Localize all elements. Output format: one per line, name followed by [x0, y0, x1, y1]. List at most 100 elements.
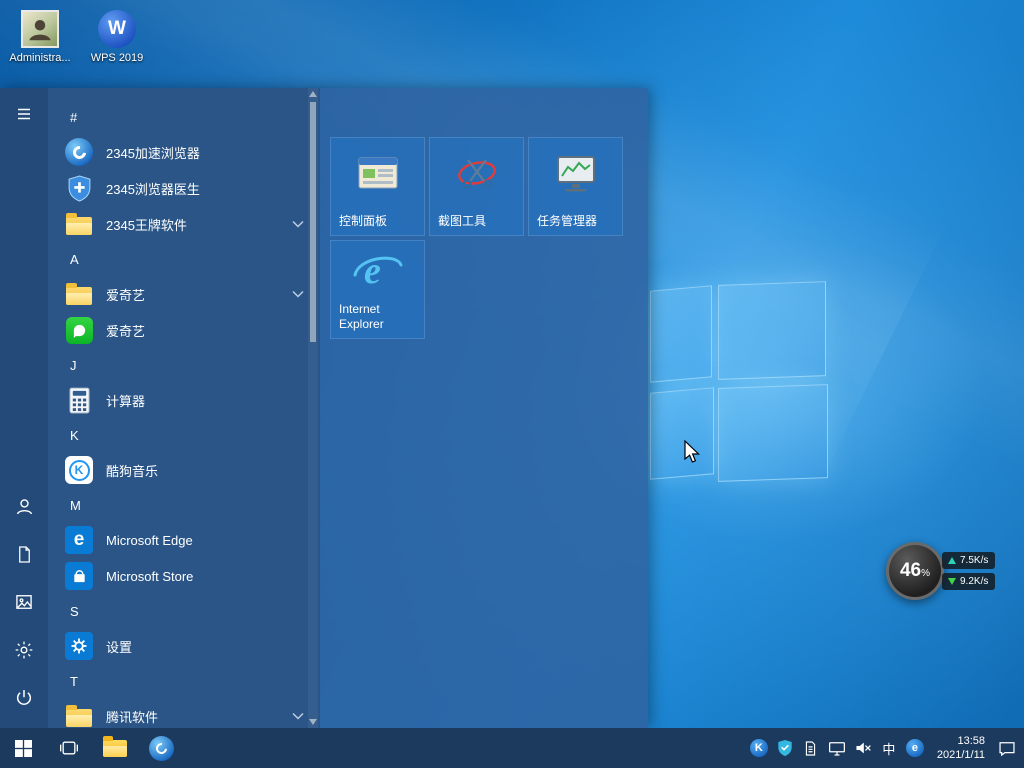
document-icon: [15, 545, 34, 564]
app-item-microsoft-edge[interactable]: e Microsoft Edge: [48, 522, 320, 558]
shield-plus-icon: [64, 173, 94, 203]
pictures-button[interactable]: [0, 578, 48, 626]
user-icon: [14, 496, 35, 517]
documents-button[interactable]: [0, 530, 48, 578]
app-group-2345-software[interactable]: 2345王牌软件: [48, 206, 320, 242]
start-menu-rail: [0, 88, 48, 728]
taskbar-clock[interactable]: 13:58 2021/1/11: [928, 728, 994, 768]
network-speed-widget[interactable]: 46% 7.5K/s 9.2K/s: [886, 542, 995, 600]
administrator-avatar-icon: [21, 10, 59, 48]
tray-kugou[interactable]: K: [746, 728, 772, 768]
edge-icon: e: [64, 525, 94, 555]
section-header-label: A: [70, 252, 79, 267]
scroll-up-arrow[interactable]: [308, 88, 318, 100]
rail-bottom-group: [0, 482, 48, 722]
tile-task-manager[interactable]: 任务管理器: [528, 137, 623, 236]
taskbar: K 中 e 13:58 2021/1/11: [0, 728, 1024, 768]
hamburger-icon: [15, 105, 33, 123]
calculator-icon: [64, 385, 94, 415]
chevron-down-icon: [292, 220, 304, 228]
desktop-icon-wps-2019[interactable]: W WPS 2019: [81, 10, 153, 65]
section-header-label: S: [70, 604, 79, 619]
power-button[interactable]: [0, 674, 48, 722]
browser-letter: e: [912, 742, 918, 754]
browser-taskbar-button[interactable]: [138, 728, 184, 768]
tile-label: Internet Explorer: [339, 302, 418, 332]
tray-network[interactable]: [824, 728, 850, 768]
app-item-calculator[interactable]: 计算器: [48, 382, 320, 418]
account-button[interactable]: [0, 482, 48, 530]
browser-e-icon: e: [906, 739, 924, 757]
kugou-letter: K: [755, 742, 763, 754]
section-header-t[interactable]: T: [48, 664, 320, 698]
section-header-hash[interactable]: #: [48, 100, 320, 134]
tile-label: 控制面板: [339, 214, 418, 229]
windows-logo-icon: [15, 740, 32, 757]
section-header-label: K: [70, 428, 79, 443]
action-center-button[interactable]: [994, 728, 1020, 768]
download-arrow-icon: [948, 578, 956, 585]
desktop-icon-administrator[interactable]: Administra...: [4, 10, 76, 65]
app-item-2345-browser-doctor[interactable]: 2345浏览器医生: [48, 170, 320, 206]
app-item-label: 2345王牌软件: [106, 215, 187, 234]
app-item-label: 爱奇艺: [106, 321, 145, 340]
app-item-label: 计算器: [106, 391, 145, 410]
memory-usage-ball[interactable]: 46%: [886, 542, 944, 600]
ie-letter: e: [364, 250, 381, 292]
file-explorer-button[interactable]: [92, 728, 138, 768]
tile-grid: 控制面板 截图工具 任务管理器 e: [330, 137, 623, 339]
clock-date: 2021/1/11: [937, 748, 985, 762]
app-list-scrollbar[interactable]: [308, 88, 318, 728]
logo-pane: [718, 384, 828, 482]
app-item-microsoft-store[interactable]: Microsoft Store: [48, 558, 320, 594]
tile-snipping-tool[interactable]: 截图工具: [429, 137, 524, 236]
start-button[interactable]: [0, 728, 46, 768]
control-panel-icon: [331, 150, 424, 198]
chevron-down-icon: [292, 712, 304, 720]
ethernet-network-icon: [828, 740, 846, 757]
expand-menu-button[interactable]: [0, 90, 48, 138]
app-item-label: 爱奇艺: [106, 285, 145, 304]
app-group-tencent-software[interactable]: 腾讯软件: [48, 698, 320, 728]
app-item-iqiyi[interactable]: 爱奇艺: [48, 312, 320, 348]
tray-document[interactable]: [798, 728, 824, 768]
tray-volume[interactable]: [850, 728, 876, 768]
upload-rate: 7.5K/s: [942, 552, 995, 569]
task-manager-icon: [529, 150, 622, 198]
folder-icon: [64, 279, 94, 309]
scroll-down-arrow[interactable]: [308, 716, 318, 728]
section-header-m[interactable]: M: [48, 488, 320, 522]
start-tiles-panel: 控制面板 截图工具 任务管理器 e: [320, 88, 648, 728]
app-item-2345-speed-browser[interactable]: 2345加速浏览器: [48, 134, 320, 170]
store-bag-icon: [64, 561, 94, 591]
task-view-button[interactable]: [46, 728, 92, 768]
upload-value: 7.5K/s: [960, 555, 988, 566]
app-item-label: 设置: [106, 637, 132, 656]
edge-letter: e: [74, 529, 85, 551]
tray-ime-indicator[interactable]: 中: [876, 728, 902, 768]
shield-icon: [777, 739, 793, 757]
app-item-label: 2345浏览器医生: [106, 179, 200, 198]
section-header-s[interactable]: S: [48, 594, 320, 628]
section-header-j[interactable]: J: [48, 348, 320, 382]
app-item-kugou-music[interactable]: K 酷狗音乐: [48, 452, 320, 488]
section-header-label: J: [70, 358, 77, 373]
app-group-iqiyi[interactable]: 爱奇艺: [48, 276, 320, 312]
section-header-label: #: [70, 110, 77, 125]
logo-pane: [650, 387, 714, 480]
app-item-settings[interactable]: 设置: [48, 628, 320, 664]
tile-internet-explorer[interactable]: e Internet Explorer: [330, 240, 425, 339]
settings-button[interactable]: [0, 626, 48, 674]
ime-label: 中: [882, 739, 895, 758]
tile-label: 任务管理器: [537, 214, 616, 229]
section-header-a[interactable]: A: [48, 242, 320, 276]
section-header-k[interactable]: K: [48, 418, 320, 452]
tray-browser[interactable]: e: [902, 728, 928, 768]
notification-icon: [998, 740, 1016, 757]
app-item-label: Microsoft Edge: [106, 533, 193, 548]
scrollbar-thumb[interactable]: [310, 102, 316, 342]
chevron-down-icon: [292, 290, 304, 298]
tray-security-shield[interactable]: [772, 728, 798, 768]
start-app-list: # 2345加速浏览器 2345浏览器医生 2345王牌软件 A 爱奇艺: [48, 88, 320, 728]
tile-control-panel[interactable]: 控制面板: [330, 137, 425, 236]
